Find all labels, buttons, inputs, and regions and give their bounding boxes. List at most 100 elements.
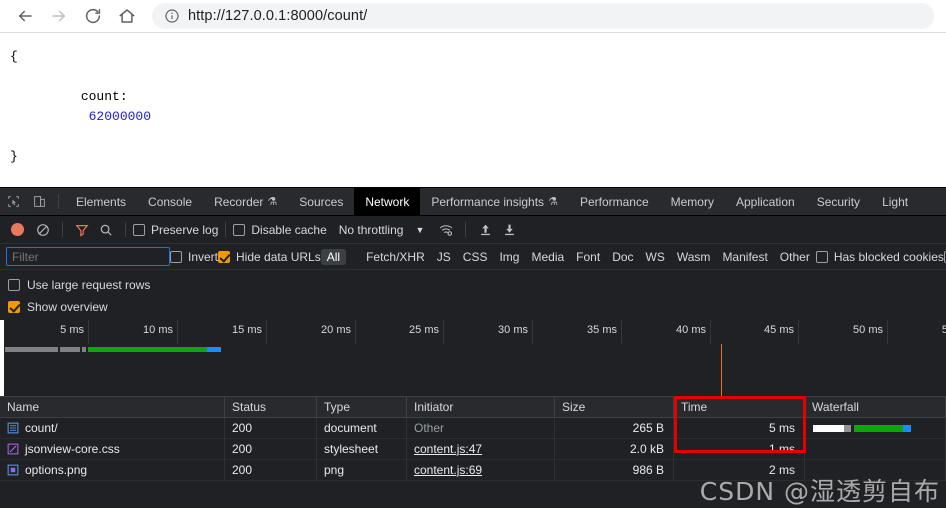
hide-data-urls-checkbox[interactable]: Hide data URLs xyxy=(218,250,321,264)
import-har-button[interactable] xyxy=(473,223,497,237)
record-button[interactable] xyxy=(11,223,24,236)
use-large-request-rows-checkbox[interactable]: Use large request rows xyxy=(8,274,938,296)
flask-icon: ⚗ xyxy=(548,196,558,208)
has-blocked-cookies-checkbox[interactable]: Has blocked cookies xyxy=(815,249,944,264)
filter-type-manifest[interactable]: Manifest xyxy=(716,249,773,265)
cell-type: stylesheet xyxy=(317,438,407,460)
cell-waterfall[interactable] xyxy=(805,417,946,439)
inspect-element-button[interactable] xyxy=(0,188,26,215)
upload-arrow-icon xyxy=(481,224,490,235)
filter-input[interactable] xyxy=(6,247,170,266)
device-toolbar-button[interactable] xyxy=(26,188,52,215)
tab-security[interactable]: Security xyxy=(806,188,871,215)
cell-initiator: Other xyxy=(407,417,555,439)
filter-type-ws[interactable]: WS xyxy=(640,249,671,265)
filter-type-img[interactable]: Img xyxy=(493,249,525,265)
tab-lighthouse[interactable]: Light xyxy=(871,188,919,215)
tab-performance-insights[interactable]: Performance insights ⚗ xyxy=(420,188,569,215)
cursor-select-icon xyxy=(7,196,19,207)
cell-initiator[interactable]: content.js:47 xyxy=(407,438,555,460)
devtools-tabbar: Elements Console Recorder ⚗ Sources Netwo… xyxy=(0,188,946,216)
search-button[interactable] xyxy=(94,223,118,237)
no-entry-icon xyxy=(37,223,49,236)
table-row[interactable]: count/ 200 document Other 265 B 5 ms xyxy=(0,417,946,439)
overview-left-handle[interactable] xyxy=(0,320,4,396)
json-property: count: 62000000 xyxy=(10,67,946,147)
tab-application[interactable]: Application xyxy=(725,188,806,215)
ruler-tick-label: 45 ms xyxy=(764,324,794,336)
json-value: 62000000 xyxy=(88,109,152,124)
table-row[interactable]: jsonview-core.css 200 stylesheet content… xyxy=(0,438,946,460)
network-settings-rows: Use large request rows Show overview xyxy=(0,270,946,320)
initiator-link[interactable]: content.js:69 xyxy=(414,463,482,477)
filter-type-fetch-xhr[interactable]: Fetch/XHR xyxy=(360,249,431,265)
filter-type-other[interactable]: Other xyxy=(774,249,816,265)
filter-type-css[interactable]: CSS xyxy=(457,249,494,265)
column-header-type[interactable]: Type xyxy=(317,397,407,418)
column-header-name[interactable]: Name xyxy=(0,397,225,418)
cell-type: document xyxy=(317,417,407,439)
export-har-button[interactable] xyxy=(497,223,521,237)
network-overview[interactable]: 5 ms 10 ms 15 ms 20 ms 25 ms 30 ms 35 ms… xyxy=(0,320,946,397)
ruler-tick-label: 5 xyxy=(941,324,946,336)
filter-type-doc[interactable]: Doc xyxy=(606,249,639,265)
column-header-waterfall[interactable]: Waterfall xyxy=(805,397,946,418)
filter-type-all[interactable]: All xyxy=(320,248,347,265)
tab-network[interactable]: Network xyxy=(354,188,421,215)
ruler-tick-label: 40 ms xyxy=(676,324,706,336)
toolbar-divider xyxy=(465,222,467,237)
tab-recorder[interactable]: Recorder ⚗ xyxy=(203,188,288,215)
initiator-link[interactable]: content.js:47 xyxy=(414,442,482,456)
home-button[interactable] xyxy=(110,1,144,31)
waterfall-segment-download xyxy=(854,424,903,432)
column-header-time[interactable]: Time xyxy=(674,397,805,418)
tabbar-divider xyxy=(58,194,59,209)
cell-name[interactable]: count/ xyxy=(0,417,225,439)
checkbox-box xyxy=(170,250,182,263)
filter-type-wasm[interactable]: Wasm xyxy=(671,249,717,265)
column-header-size[interactable]: Size xyxy=(555,397,674,418)
reload-button[interactable] xyxy=(76,1,110,31)
tab-sources[interactable]: Sources xyxy=(288,188,354,215)
overview-graph[interactable] xyxy=(0,320,946,396)
browser-toolbar: http://127.0.0.1:8000/count/ xyxy=(0,0,946,33)
network-conditions-button[interactable] xyxy=(434,223,458,237)
ruler-tick-label: 25 ms xyxy=(409,324,439,336)
tab-console[interactable]: Console xyxy=(137,188,203,215)
has-blocked-cookies-label: Has blocked cookies xyxy=(833,249,944,264)
site-info-icon[interactable] xyxy=(164,8,180,24)
throttling-select[interactable]: No throttling xyxy=(339,223,404,237)
filter-toggle-button[interactable] xyxy=(70,223,94,237)
filter-type-js[interactable]: JS xyxy=(431,249,457,265)
tab-memory[interactable]: Memory xyxy=(660,188,725,215)
column-header-status[interactable]: Status xyxy=(225,397,317,418)
tab-performance[interactable]: Performance xyxy=(569,188,660,215)
tab-elements[interactable]: Elements xyxy=(65,188,137,215)
cell-status: 200 xyxy=(225,438,317,460)
checkbox-box xyxy=(8,301,20,313)
disable-cache-label: Disable cache xyxy=(251,222,327,237)
filter-type-font[interactable]: Font xyxy=(570,249,606,265)
chevron-down-icon[interactable]: ▼ xyxy=(415,225,424,235)
show-overview-checkbox[interactable]: Show overview xyxy=(8,296,938,318)
address-bar[interactable]: http://127.0.0.1:8000/count/ xyxy=(152,3,934,29)
cell-name[interactable]: jsonview-core.css xyxy=(0,438,225,460)
forward-button[interactable] xyxy=(42,1,76,31)
cell-waterfall[interactable] xyxy=(805,438,946,460)
column-header-initiator[interactable]: Initiator xyxy=(407,397,555,418)
back-button[interactable] xyxy=(8,1,42,31)
invert-label: Invert xyxy=(188,249,219,264)
timeline-ruler[interactable]: 5 ms 10 ms 15 ms 20 ms 25 ms 30 ms 35 ms… xyxy=(0,320,946,394)
preserve-log-label: Preserve log xyxy=(151,222,219,237)
address-bar-url: http://127.0.0.1:8000/count/ xyxy=(188,8,368,24)
checkbox-box xyxy=(233,223,246,236)
cell-name[interactable]: options.png xyxy=(0,459,225,481)
filter-type-media[interactable]: Media xyxy=(525,249,570,265)
cell-initiator[interactable]: content.js:69 xyxy=(407,459,555,481)
clear-button[interactable] xyxy=(31,223,55,237)
tab-label: Application xyxy=(735,194,795,209)
preserve-log-checkbox[interactable]: Preserve log xyxy=(133,223,218,237)
document-icon xyxy=(7,422,19,434)
disable-cache-checkbox[interactable]: Disable cache xyxy=(233,222,327,237)
invert-checkbox[interactable]: Invert xyxy=(170,250,218,264)
